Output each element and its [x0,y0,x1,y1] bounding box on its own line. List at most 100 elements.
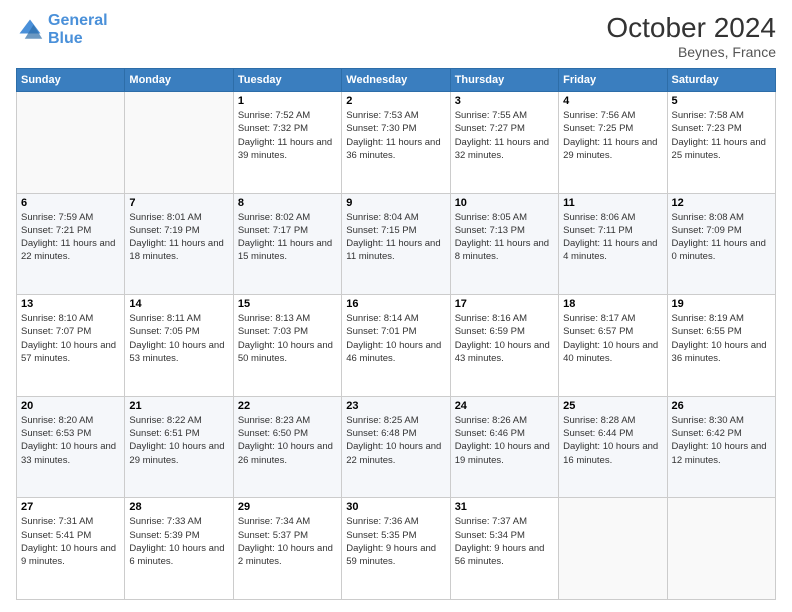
day-cell: 30Sunrise: 7:36 AMSunset: 5:35 PMDayligh… [342,498,450,600]
day-info: Sunrise: 7:31 AMSunset: 5:41 PMDaylight:… [21,515,120,568]
day-info: Sunrise: 8:14 AMSunset: 7:01 PMDaylight:… [346,312,445,365]
day-number: 30 [346,501,445,513]
day-cell [125,92,233,194]
day-info: Sunrise: 8:25 AMSunset: 6:48 PMDaylight:… [346,414,445,467]
day-cell: 25 Sunrise: 8:28 AMSunset: 6:44 PMDayligh… [559,396,667,498]
day-info: Sunrise: 7:52 AMSunset: 7:32 PMDaylight:… [238,109,337,162]
col-saturday: Saturday [667,69,775,92]
day-cell: 13Sunrise: 8:10 AMSunset: 7:07 PMDayligh… [17,295,125,397]
calendar-body: 1 Sunrise: 7:52 AMSunset: 7:32 PMDaylight… [17,92,776,600]
title-block: October 2024 Beynes, France [606,12,776,60]
day-cell: 21 Sunrise: 8:22 AMSunset: 6:51 PMDayligh… [125,396,233,498]
day-cell: 22 Sunrise: 8:23 AMSunset: 6:50 PMDayligh… [233,396,341,498]
day-info: Sunrise: 7:56 AMSunset: 7:25 PMDaylight:… [563,109,662,162]
day-cell: 2 Sunrise: 7:53 AMSunset: 7:30 PMDaylight… [342,92,450,194]
logo-icon [16,16,44,44]
header-row: Sunday Monday Tuesday Wednesday Thursday… [17,69,776,92]
logo-text: General Blue [48,12,108,47]
day-info: Sunrise: 8:16 AMSunset: 6:59 PMDaylight:… [455,312,554,365]
day-number: 21 [129,400,228,412]
day-number: 16 [346,298,445,310]
day-number: 26 [672,400,771,412]
day-info: Sunrise: 8:05 AMSunset: 7:13 PMDaylight:… [455,211,554,264]
day-info: Sunrise: 8:04 AMSunset: 7:15 PMDaylight:… [346,211,445,264]
day-number: 23 [346,400,445,412]
day-cell: 14 Sunrise: 8:11 AMSunset: 7:05 PMDayligh… [125,295,233,397]
logo-blue: Blue [48,30,83,47]
day-number: 11 [563,197,662,209]
day-number: 2 [346,95,445,107]
week-row-1: 1 Sunrise: 7:52 AMSunset: 7:32 PMDaylight… [17,92,776,194]
month-title: October 2024 [606,12,776,44]
header: General Blue October 2024 Beynes, France [16,12,776,60]
day-number: 10 [455,197,554,209]
day-info: Sunrise: 8:23 AMSunset: 6:50 PMDaylight:… [238,414,337,467]
day-cell: 24Sunrise: 8:26 AMSunset: 6:46 PMDayligh… [450,396,558,498]
day-cell: 6 Sunrise: 7:59 AMSunset: 7:21 PMDaylight… [17,193,125,295]
day-info: Sunrise: 7:34 AMSunset: 5:37 PMDaylight:… [238,515,337,568]
day-cell: 27 Sunrise: 7:31 AMSunset: 5:41 PMDayligh… [17,498,125,600]
day-info: Sunrise: 7:53 AMSunset: 7:30 PMDaylight:… [346,109,445,162]
day-number: 13 [21,298,120,310]
page: General Blue October 2024 Beynes, France… [0,0,792,612]
day-cell: 28 Sunrise: 7:33 AMSunset: 5:39 PMDayligh… [125,498,233,600]
day-cell [667,498,775,600]
day-info: Sunrise: 8:19 AMSunset: 6:55 PMDaylight:… [672,312,771,365]
day-cell: 26 Sunrise: 8:30 AMSunset: 6:42 PMDayligh… [667,396,775,498]
week-row-3: 13Sunrise: 8:10 AMSunset: 7:07 PMDayligh… [17,295,776,397]
day-info: Sunrise: 7:59 AMSunset: 7:21 PMDaylight:… [21,211,120,264]
week-row-5: 27 Sunrise: 7:31 AMSunset: 5:41 PMDayligh… [17,498,776,600]
day-number: 18 [563,298,662,310]
col-monday: Monday [125,69,233,92]
day-cell: 23 Sunrise: 8:25 AMSunset: 6:48 PMDayligh… [342,396,450,498]
week-row-2: 6 Sunrise: 7:59 AMSunset: 7:21 PMDaylight… [17,193,776,295]
day-cell [17,92,125,194]
day-info: Sunrise: 7:37 AMSunset: 5:34 PMDaylight:… [455,515,554,568]
day-cell: 1 Sunrise: 7:52 AMSunset: 7:32 PMDaylight… [233,92,341,194]
day-cell: 5Sunrise: 7:58 AMSunset: 7:23 PMDaylight… [667,92,775,194]
day-cell: 29 Sunrise: 7:34 AMSunset: 5:37 PMDayligh… [233,498,341,600]
day-number: 6 [21,197,120,209]
day-cell: 4 Sunrise: 7:56 AMSunset: 7:25 PMDaylight… [559,92,667,194]
day-info: Sunrise: 8:11 AMSunset: 7:05 PMDaylight:… [129,312,228,365]
day-number: 29 [238,501,337,513]
day-info: Sunrise: 8:13 AMSunset: 7:03 PMDaylight:… [238,312,337,365]
day-cell: 8Sunrise: 8:02 AMSunset: 7:17 PMDaylight… [233,193,341,295]
day-number: 1 [238,95,337,107]
day-info: Sunrise: 8:22 AMSunset: 6:51 PMDaylight:… [129,414,228,467]
day-info: Sunrise: 8:08 AMSunset: 7:09 PMDaylight:… [672,211,771,264]
logo: General Blue [16,12,108,47]
day-number: 22 [238,400,337,412]
day-number: 4 [563,95,662,107]
day-cell [559,498,667,600]
day-number: 17 [455,298,554,310]
day-number: 15 [238,298,337,310]
day-info: Sunrise: 8:06 AMSunset: 7:11 PMDaylight:… [563,211,662,264]
day-cell: 16 Sunrise: 8:14 AMSunset: 7:01 PMDayligh… [342,295,450,397]
day-cell: 9 Sunrise: 8:04 AMSunset: 7:15 PMDaylight… [342,193,450,295]
day-cell: 12Sunrise: 8:08 AMSunset: 7:09 PMDayligh… [667,193,775,295]
day-number: 31 [455,501,554,513]
day-info: Sunrise: 8:01 AMSunset: 7:19 PMDaylight:… [129,211,228,264]
day-cell: 15 Sunrise: 8:13 AMSunset: 7:03 PMDayligh… [233,295,341,397]
col-tuesday: Tuesday [233,69,341,92]
day-info: Sunrise: 8:28 AMSunset: 6:44 PMDaylight:… [563,414,662,467]
day-number: 19 [672,298,771,310]
day-number: 27 [21,501,120,513]
day-number: 14 [129,298,228,310]
day-info: Sunrise: 8:30 AMSunset: 6:42 PMDaylight:… [672,414,771,467]
day-number: 20 [21,400,120,412]
col-thursday: Thursday [450,69,558,92]
col-wednesday: Wednesday [342,69,450,92]
location-subtitle: Beynes, France [606,44,776,60]
day-number: 28 [129,501,228,513]
day-info: Sunrise: 7:33 AMSunset: 5:39 PMDaylight:… [129,515,228,568]
day-number: 9 [346,197,445,209]
day-cell: 20Sunrise: 8:20 AMSunset: 6:53 PMDayligh… [17,396,125,498]
calendar-table: Sunday Monday Tuesday Wednesday Thursday… [16,68,776,600]
day-number: 25 [563,400,662,412]
day-cell: 31 Sunrise: 7:37 AMSunset: 5:34 PMDayligh… [450,498,558,600]
day-number: 24 [455,400,554,412]
day-cell: 3Sunrise: 7:55 AMSunset: 7:27 PMDaylight… [450,92,558,194]
day-number: 3 [455,95,554,107]
